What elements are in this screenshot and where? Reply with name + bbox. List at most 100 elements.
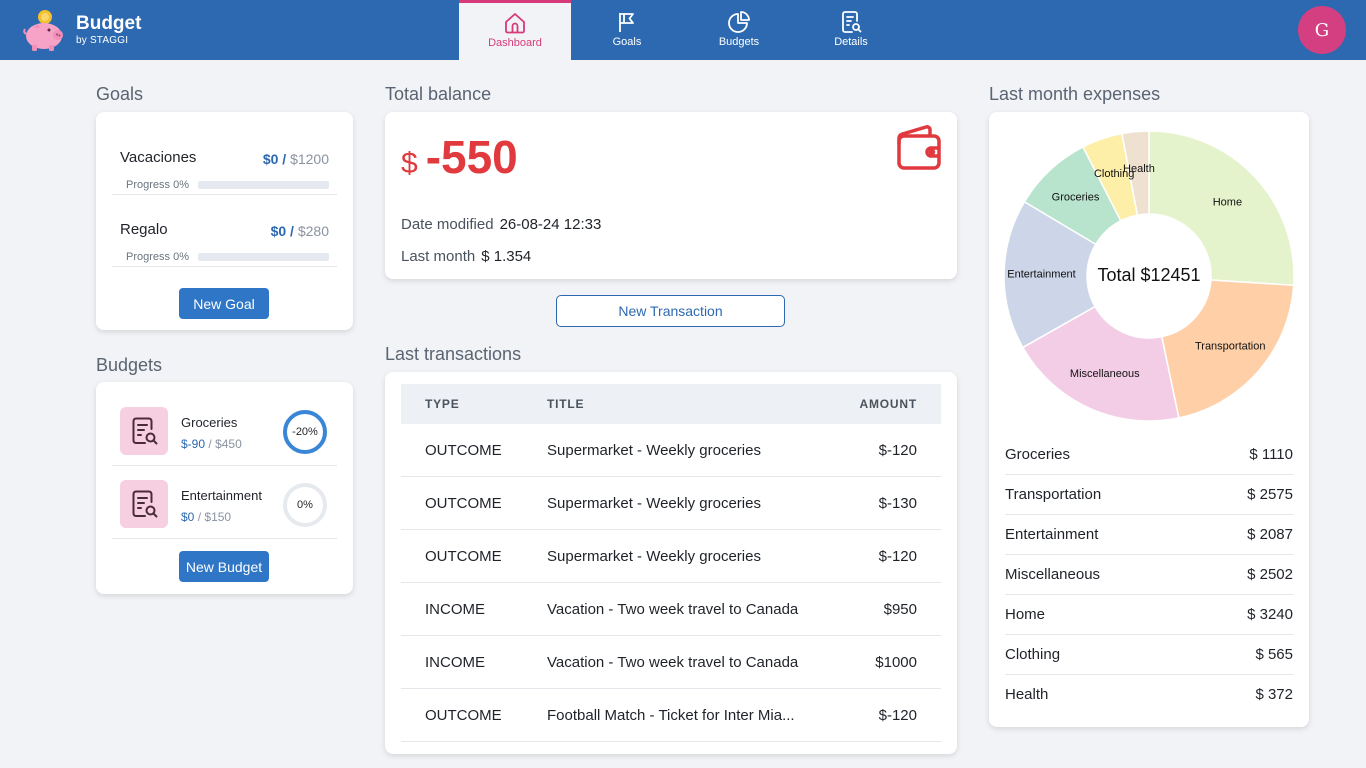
budget-spent: $-90 <box>181 437 206 451</box>
expenses-title: Last month expenses <box>989 84 1161 104</box>
transactions-card: TYPE TITLE AMOUNT OUTCOME Supermarket - … <box>385 372 957 754</box>
cell-type: INCOME <box>425 600 485 618</box>
budget-category-icon <box>120 480 168 528</box>
nav-dashboard[interactable]: Dashboard <box>459 0 571 60</box>
brand[interactable]: Budget by STAGGI <box>22 8 141 52</box>
cell-amount: $950 <box>883 600 917 618</box>
goal-target: $280 <box>297 223 329 239</box>
cell-title: Football Match - Ticket for Inter Mia... <box>547 706 795 724</box>
transactions-header: TYPE TITLE AMOUNT <box>401 384 941 424</box>
balance-value: $ -550 <box>401 130 518 184</box>
cell-type: OUTCOME <box>425 441 502 459</box>
budget-percent: 0% <box>297 499 313 511</box>
cell-amount: $-120 <box>878 441 917 459</box>
list-item: Groceries $ 1110 <box>1005 435 1293 475</box>
nav-dashboard-label: Dashboard <box>488 37 542 49</box>
expense-name: Health <box>1005 686 1049 703</box>
table-row[interactable]: OUTCOME Supermarket - Weekly groceries $… <box>401 424 941 477</box>
list-item: Health $ 372 <box>1005 675 1293 715</box>
wallet-icon <box>897 125 941 170</box>
cell-type: OUTCOME <box>425 494 502 512</box>
goals-card: Vacaciones $0 / $1200 Progress 0% Regalo… <box>96 112 353 330</box>
top-bar: Budget by STAGGI Dashboard Goals Budgets… <box>0 0 1366 60</box>
budget-progress-ring: -20% <box>282 409 328 455</box>
cell-title: Supermarket - Weekly groceries <box>547 494 761 512</box>
expense-amount: $ 2087 <box>1247 526 1293 543</box>
nav-goals[interactable]: Goals <box>571 0 683 60</box>
cell-type: OUTCOME <box>425 706 502 724</box>
nav-budgets[interactable]: Budgets <box>683 0 795 60</box>
chart-label-miscellaneous: Miscellaneous <box>1070 368 1140 380</box>
cell-type: OUTCOME <box>425 547 502 565</box>
piggy-bank-logo <box>23 10 63 51</box>
budget-spent: $0 <box>181 510 195 524</box>
goals-title: Goals <box>96 84 144 104</box>
list-item: Entertainment $ 2087 <box>1005 515 1293 555</box>
main-nav: Dashboard Goals Budgets Details <box>459 0 907 60</box>
col-type[interactable]: TYPE <box>425 397 460 411</box>
list-item: Home $ 3240 <box>1005 595 1293 635</box>
nav-details[interactable]: Details <box>795 0 907 60</box>
nav-details-label: Details <box>834 36 868 48</box>
goal-item[interactable]: Vacaciones $0 / $1200 Progress 0% <box>112 123 337 195</box>
budget-limit: $450 <box>215 437 242 451</box>
expense-amount: $ 372 <box>1255 686 1293 703</box>
balance-currency: $ <box>401 147 418 180</box>
col-title[interactable]: TITLE <box>547 397 817 411</box>
expense-amount: $ 2502 <box>1247 566 1293 583</box>
cell-title: Vacation - Two week travel to Canada <box>547 653 799 671</box>
cell-title: Supermarket - Weekly groceries <box>547 441 761 459</box>
goal-current: $0 / <box>270 223 294 239</box>
goal-current: $0 / <box>262 151 287 167</box>
user-avatar[interactable]: G <box>1298 6 1346 54</box>
app-subtitle: by STAGGI <box>76 35 129 46</box>
goal-progress-bar <box>198 181 329 189</box>
document-search-icon <box>842 11 862 33</box>
budget-percent: -20% <box>292 426 318 438</box>
expense-name: Miscellaneous <box>1005 566 1101 583</box>
table-row[interactable]: INCOME Vacation - Two week travel to Can… <box>401 636 941 689</box>
balance-amount: -550 <box>425 131 518 183</box>
expense-amount: $ 1110 <box>1249 446 1293 463</box>
goal-name: Regalo <box>120 221 168 238</box>
table-row[interactable]: INCOME Vacation - Two week travel to Can… <box>401 583 941 636</box>
nav-budgets-label: Budgets <box>718 36 760 48</box>
expenses-list: Groceries $ 1110 Transportation $ 2575 Ent… <box>989 435 1309 719</box>
expense-name: Clothing <box>1005 646 1061 663</box>
cell-title: Vacation - Two week travel to Canada <box>547 600 799 618</box>
col-amount[interactable]: AMOUNT <box>860 397 917 411</box>
expenses-card: Home Transportation Miscellaneous Entertain… <box>989 112 1309 727</box>
cell-amount: $1000 <box>875 653 917 671</box>
budget-item[interactable]: Groceries $-90 / $450 -20% <box>112 393 337 466</box>
budget-amount: $0 / $150 <box>181 510 231 524</box>
cell-amount: $-120 <box>878 706 917 724</box>
expense-amount: $ 565 <box>1255 646 1293 663</box>
goal-progress-label: Progress 0% <box>126 251 189 263</box>
new-budget-button[interactable]: New Budget <box>179 551 269 582</box>
document-search-icon <box>132 490 158 518</box>
expense-name: Entertainment <box>1005 526 1099 543</box>
date-modified-label: Date modified <box>401 216 494 233</box>
goal-name: Vacaciones <box>120 149 197 166</box>
expense-amount: $ 2575 <box>1247 486 1293 503</box>
expenses-doughnut-chart[interactable]: Home Transportation Miscellaneous Entertain… <box>1003 128 1295 424</box>
goal-progress-label: Progress 0% <box>126 179 189 191</box>
budget-progress-ring: 0% <box>282 482 328 528</box>
table-row[interactable]: OUTCOME Football Match - Ticket for Inte… <box>401 689 941 742</box>
new-goal-button[interactable]: New Goal <box>179 288 269 319</box>
cell-type: INCOME <box>425 653 485 671</box>
budget-amount: $-90 / $450 <box>181 437 242 451</box>
table-row[interactable]: OUTCOME Supermarket - Weekly groceries $… <box>401 530 941 583</box>
table-row[interactable]: OUTCOME Supermarket - Weekly groceries $… <box>401 477 941 530</box>
expense-name: Transportation <box>1005 486 1102 503</box>
budget-item[interactable]: Entertainment $0 / $150 0% <box>112 466 337 539</box>
flag-icon <box>619 13 634 32</box>
chart-label-entertainment: Entertainment <box>1007 269 1075 281</box>
goal-item[interactable]: Regalo $0 / $280 Progress 0% <box>112 195 337 267</box>
chart-label-health: Health <box>1123 163 1155 175</box>
last-month-label: Last month <box>401 248 476 265</box>
nav-goals-label: Goals <box>612 36 642 48</box>
budget-name: Groceries <box>181 415 238 430</box>
budget-name: Entertainment <box>181 488 262 503</box>
new-transaction-button[interactable]: New Transaction <box>556 295 785 327</box>
